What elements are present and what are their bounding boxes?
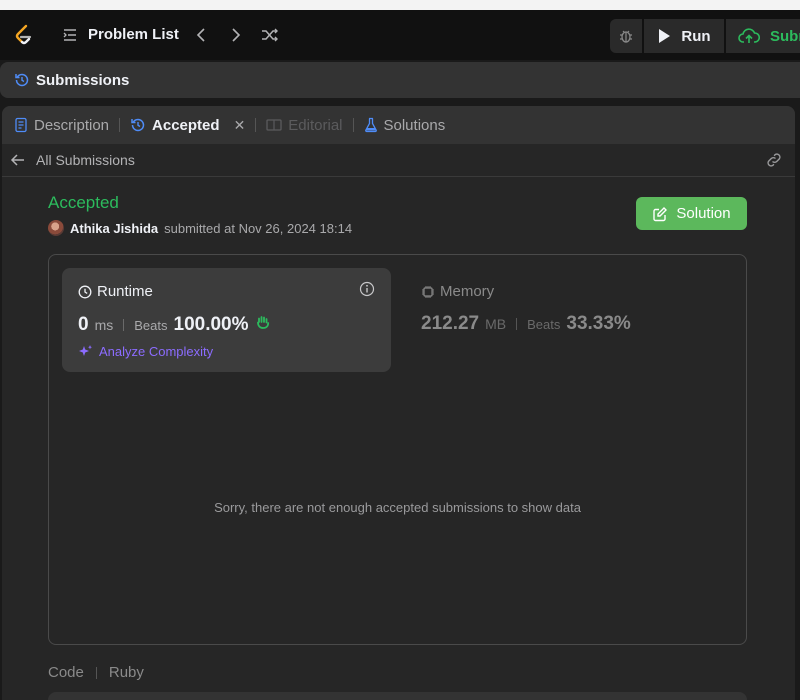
link-icon[interactable] — [765, 152, 783, 168]
tab-editorial-label: Editorial — [288, 116, 343, 134]
tab-solutions-label: Solutions — [383, 116, 446, 134]
runtime-title: Runtime — [97, 283, 153, 300]
history-icon — [131, 118, 145, 132]
submit-label: Subr — [770, 27, 800, 45]
tab-bar: Description Accepted ✕ Editorial Solutio… — [2, 106, 795, 144]
bug-icon — [620, 30, 632, 43]
leetcode-logo-icon[interactable] — [12, 23, 36, 47]
play-icon — [659, 29, 671, 43]
code-language: Ruby — [108, 664, 144, 681]
memory-value: 212.27 — [421, 313, 480, 334]
metric-divider — [516, 318, 518, 330]
all-submissions-bar: All Submissions — [2, 144, 795, 177]
runtime-card[interactable]: Runtime 0 ms Beats 100.00% Analyze Compl… — [62, 268, 391, 372]
submitted-time: submitted at Nov 26, 2024 18:14 — [164, 220, 353, 236]
runtime-unit: ms — [94, 317, 114, 333]
tab-description[interactable]: Description — [14, 117, 109, 134]
performance-stats-box: Runtime 0 ms Beats 100.00% Analyze Compl… — [48, 254, 747, 645]
chevron-right-icon — [232, 28, 241, 42]
submission-detail-panel: Description Accepted ✕ Editorial Solutio… — [2, 106, 795, 700]
runtime-title-row: Runtime — [78, 283, 153, 300]
memory-beats-value: 33.33% — [566, 313, 631, 334]
code-language-header: Code Ruby — [48, 664, 144, 681]
tab-separator — [255, 118, 257, 132]
submit-button[interactable]: Subr — [726, 19, 800, 53]
clock-icon — [78, 285, 92, 298]
memory-title: Memory — [440, 283, 495, 300]
all-submissions-link[interactable]: All Submissions — [36, 152, 135, 168]
memory-unit: MB — [485, 316, 507, 332]
browser-strip — [0, 0, 800, 10]
tab-editorial[interactable]: Editorial — [266, 116, 343, 134]
chip-icon — [422, 285, 434, 298]
list-icon — [63, 28, 76, 41]
code-label: Code — [48, 664, 84, 681]
tab-accepted-label: Accepted — [152, 116, 220, 134]
runtime-metric: 0 ms Beats 100.00% — [78, 314, 271, 336]
memory-tab[interactable]: Memory — [421, 283, 494, 300]
code-divider — [95, 666, 97, 679]
history-icon — [15, 73, 29, 87]
run-button[interactable]: Run — [644, 19, 724, 53]
debug-button[interactable] — [610, 19, 642, 53]
analyze-complexity-label: Analyze Complexity — [99, 344, 214, 359]
tab-accepted[interactable]: Accepted ✕ — [130, 117, 245, 134]
analyze-complexity-link[interactable]: Analyze Complexity — [78, 344, 213, 359]
flask-icon — [364, 117, 377, 133]
prev-problem-button[interactable] — [192, 26, 210, 44]
metric-divider — [123, 319, 125, 331]
sparkle-icon — [79, 345, 92, 356]
panel-divider[interactable] — [796, 106, 800, 700]
runtime-beats-label: Beats — [134, 318, 168, 333]
edit-icon — [653, 206, 668, 221]
info-icon[interactable] — [359, 281, 375, 297]
post-solution-button[interactable]: Solution — [636, 197, 747, 230]
close-icon[interactable]: ✕ — [234, 117, 246, 134]
submissions-panel-header[interactable]: Submissions — [0, 62, 800, 98]
cloud-upload-icon — [738, 28, 760, 43]
run-label: Run — [681, 27, 711, 45]
tab-description-label: Description — [34, 116, 110, 134]
submissions-title: Submissions — [36, 71, 130, 89]
book-icon — [266, 119, 282, 131]
memory-beats-label: Beats — [527, 317, 561, 332]
memory-metric: 212.27 MB Beats 33.33% — [421, 313, 631, 335]
submission-status: Accepted — [48, 193, 119, 212]
code-block[interactable] — [48, 692, 747, 700]
arrow-left-icon[interactable] — [10, 153, 26, 167]
hand-icon — [256, 316, 269, 329]
action-button-group: Run Subr — [610, 19, 800, 53]
tab-separator — [119, 118, 121, 132]
solution-button-label: Solution — [676, 205, 731, 222]
tab-solutions[interactable]: Solutions — [364, 116, 446, 134]
description-icon — [15, 117, 27, 133]
empty-chart-message: Sorry, there are not enough accepted sub… — [214, 500, 581, 515]
avatar[interactable] — [48, 220, 64, 236]
problem-list-label: Problem List — [88, 26, 179, 43]
random-problem-button[interactable] — [260, 26, 280, 44]
submission-byline: Athika Jishida submitted at Nov 26, 2024… — [48, 220, 352, 236]
next-problem-button[interactable] — [227, 26, 245, 44]
chevron-left-icon — [196, 28, 205, 42]
tab-separator — [352, 118, 354, 132]
username-link[interactable]: Athika Jishida — [70, 221, 158, 236]
shuffle-icon — [262, 28, 278, 42]
problem-list-button[interactable]: Problem List — [62, 26, 179, 43]
runtime-beats-value: 100.00% — [173, 314, 249, 335]
runtime-value: 0 — [78, 314, 89, 335]
